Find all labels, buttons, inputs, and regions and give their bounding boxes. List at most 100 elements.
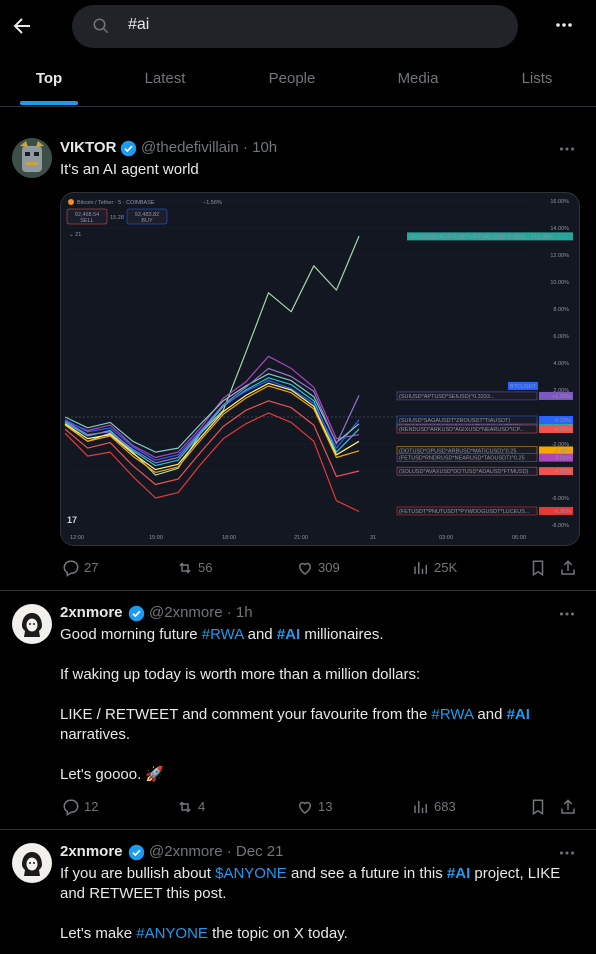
btc-tag: BTCUSDT [510,384,537,390]
hashtag-rwa[interactable]: #RWA [202,626,244,643]
display-name[interactable]: VIKTOR [60,139,116,156]
tweet-line: Let's make #ANYONE the topic on X today. [60,925,348,942]
tab-top[interactable]: Top [26,70,72,87]
repost-count: 56 [198,560,213,575]
series-line [64,373,360,453]
verified-badge-icon [128,605,145,622]
repost-count: 4 [198,799,206,814]
like-count: 309 [318,560,340,575]
y-tick-label: 8.00% [553,307,569,313]
bitcoin-icon [68,199,74,205]
x-tick-label: 18:00 [222,535,236,541]
x-tick-label: 03:00 [439,535,453,541]
y-tick-label: 4.00% [553,361,569,367]
heart-icon [298,801,312,814]
hashtag-ai[interactable]: #AI [277,626,300,643]
divider [0,829,596,830]
spread: 15.28 [110,215,124,221]
x-tick-label: 06:00 [512,535,526,541]
user-handle[interactable]: @2xnmore [149,843,223,860]
series-label: (SOLUSD*AVAXUSD*DOTUSD*ADAUSD*FTMUSD) [399,469,529,475]
more-options-icon[interactable] [558,844,576,862]
more-options-icon[interactable] [558,140,576,158]
avatar[interactable] [12,138,52,178]
like-count: 13 [318,799,333,814]
cashtag-anyone[interactable]: $ANYONE [215,865,287,882]
series-value: -6.96% [554,509,572,515]
reply-count: 12 [84,799,99,814]
tab-lists[interactable]: Lists [510,70,564,87]
y-tick-label: -6.00% [552,496,570,502]
more-options-icon[interactable] [558,605,576,623]
post-time[interactable]: · 1h [227,604,253,621]
y-tick-label: 14.00% [550,226,569,232]
hashtag-rwa[interactable]: #RWA [432,706,474,723]
reply-icon [63,560,79,577]
series-value: -0.22% [554,418,572,424]
tweet-line: and RETWEET this post. [60,885,227,902]
post-time[interactable]: · 10h [243,139,277,156]
tweet-line: Good morning future #RWA and #AI million… [60,626,384,643]
divider [0,590,596,591]
repost-icon [179,801,191,813]
interval-count: ⌄ 21 [69,232,81,238]
hashtag-anyone[interactable]: #ANYONE [136,925,208,942]
series-line [64,367,360,464]
x-tick-label: 31 [370,535,376,541]
user-handle[interactable]: @2xnmore [149,604,223,621]
series-label: (SUIUSD*SAGAUSDT*ZROUSDT*TIAUSDT) [399,418,510,424]
post-time[interactable]: · Dec 21 [227,843,284,860]
tab-latest[interactable]: Latest [130,70,200,87]
x-tick-label: 21:00 [294,535,308,541]
display-name[interactable]: 2xnmore [60,604,123,621]
tweet-line: Let's goooo. 🚀 [60,766,165,783]
sell-label: SELL [80,218,93,224]
series-label: (RENDUSD*ARKUSD*AGIXUSD*NEARUSD*ICP... [399,427,525,433]
series-value: -3.01% [554,456,572,462]
views-icon [414,801,427,813]
verified-badge-icon [120,140,137,157]
buy-label: BUY [141,218,153,224]
tweet-line: LIKE / RETWEET and comment your favourit… [60,706,530,723]
search-icon [92,17,110,35]
tradingview-logo: 17 [67,515,77,525]
search-query[interactable]: #ai [128,16,149,34]
series-value: -4.01% [554,469,572,475]
series-label: (FETUSDT*PNUTUSDT*PYWDOGUSDT*LUCEUS... [399,509,530,515]
back-arrow-icon[interactable] [10,14,34,38]
chart-svg: 16.00% 14.00% 12.00% 10.00% 8.00% 6.00% 4.00% 2… [64,199,573,541]
views-icon [414,562,427,574]
series-value: +1.56% [552,394,571,400]
reply-icon [63,799,79,816]
series-value: -2.48% [554,448,572,454]
tweet-line: If you are bullish about $ANYONE and see… [60,865,561,882]
divider [0,106,596,107]
tweet-line: narratives. [60,726,131,743]
y-tick-label: -8.00% [552,523,570,529]
series-label: (SUIUSD*APTUSD*SEIUSD)^0.3333... [399,394,495,400]
tab-people[interactable]: People [256,70,328,87]
view-count: 25K [434,560,458,575]
avatar[interactable] [12,604,52,644]
series-value: -0.89% [554,427,572,433]
reply-count: 27 [84,560,99,575]
x-tick-label: 15:00 [149,535,163,541]
tweet-text: It's an AI agent world [60,161,199,178]
user-handle[interactable]: @thedefivillain [141,139,239,156]
y-tick-label: 10.00% [550,280,569,286]
tweet-line: If waking up today is worth more than a … [60,666,421,683]
y-tick-label: 6.00% [553,334,569,340]
x-tick-label: 12:00 [70,535,84,541]
heart-icon [298,562,312,575]
chart-image[interactable]: 16.00% 14.00% 12.00% 10.00% 8.00% 6.00% 4.00% 2… [60,192,580,546]
display-name[interactable]: 2xnmore [60,843,123,860]
more-options-icon[interactable] [553,14,575,36]
hashtag-ai[interactable]: #AI [447,865,470,882]
tab-media[interactable]: Media [384,70,452,87]
repost-icon [179,562,191,574]
y-tick-label: 12.00% [550,253,569,259]
hashtag-ai[interactable]: #AI [507,706,530,723]
avatar[interactable] [12,843,52,883]
chart-change: −1.56% [203,200,222,206]
search-input[interactable]: #ai [72,5,518,48]
